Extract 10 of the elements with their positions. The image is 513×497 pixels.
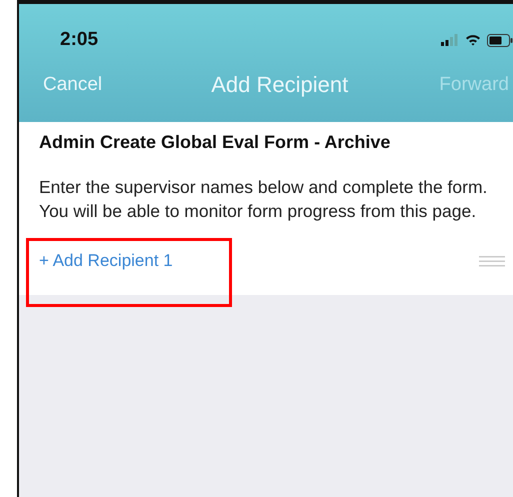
form-title: Admin Create Global Eval Form - Archive [39, 132, 392, 153]
cancel-button[interactable]: Cancel [43, 74, 102, 96]
drag-handle-icon[interactable] [479, 255, 505, 267]
signal-icon [441, 34, 459, 46]
add-recipient-link[interactable]: + Add Recipient 1 [39, 251, 173, 271]
battery-icon [487, 34, 513, 46]
wifi-icon [465, 34, 481, 46]
status-time: 2:05 [60, 29, 98, 51]
form-description: Enter the supervisor names below and complete the form. You will be able to monitor form progress from this page. [39, 176, 488, 223]
screen-title: Add Recipient [211, 72, 348, 98]
